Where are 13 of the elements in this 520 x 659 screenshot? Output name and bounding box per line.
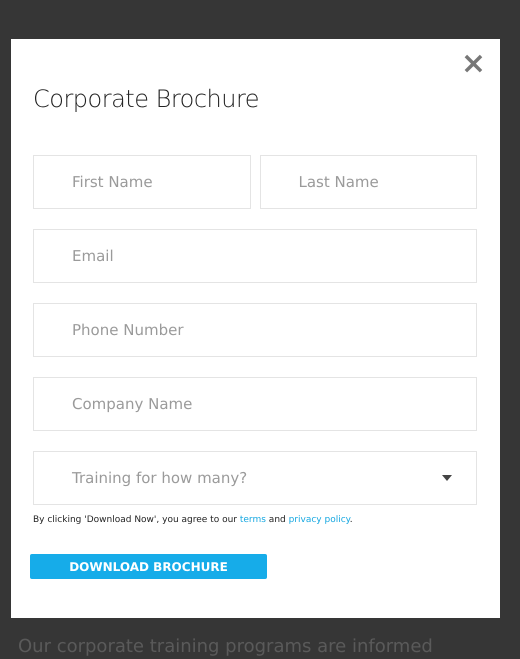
dropdown-field[interactable]: Training for how many? <box>33 451 477 505</box>
privacy-policy-link[interactable]: privacy policy <box>288 515 350 525</box>
close-button[interactable]: × <box>460 49 486 79</box>
caret-down-icon <box>442 475 452 481</box>
consent-text: By clicking 'Download Now', you agree to our terms and privacy policy. <box>33 515 354 525</box>
input-field[interactable]: Company Name <box>33 377 477 431</box>
input-field[interactable]: Email <box>33 229 477 283</box>
input-field[interactable]: First Name <box>33 155 250 209</box>
terms-link[interactable]: terms <box>240 515 266 525</box>
input-field[interactable]: Phone Number <box>33 303 477 357</box>
input-field[interactable]: Last Name <box>260 155 477 209</box>
download-button[interactable]: DOWNLOAD BROCHURE <box>30 554 267 579</box>
dialog-title: Corporate Brochure <box>33 84 260 114</box>
